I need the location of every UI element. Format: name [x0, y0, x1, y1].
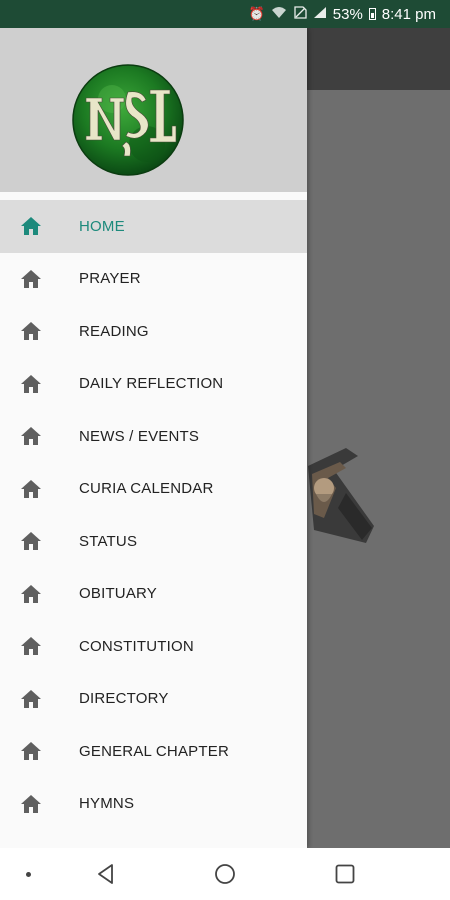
menu-item-news-events[interactable]: NEWS / EVENTS — [0, 410, 307, 463]
status-bar: ⏰ 53% 8:41 pm — [0, 0, 450, 28]
home-icon — [20, 794, 42, 814]
menu-item-label: CURIA CALENDAR — [79, 480, 214, 498]
menu-item-label: READING — [79, 322, 149, 340]
home-icon — [20, 216, 42, 236]
menu-item-label: GENERAL CHAPTER — [79, 742, 229, 760]
menu-item-directory[interactable]: DIRECTORY — [0, 673, 307, 726]
signal-icon — [313, 6, 327, 22]
battery-percent: 53% — [332, 5, 363, 23]
menu-item-label: HOME — [79, 217, 125, 235]
home-icon — [20, 584, 42, 604]
menu-item-label: HYMNS — [79, 795, 135, 813]
home-icon — [20, 374, 42, 394]
home-icon — [20, 636, 42, 656]
drawer-header — [0, 28, 307, 200]
back-icon[interactable] — [94, 862, 118, 886]
home-icon — [20, 269, 42, 289]
drawer-menu: HOME PRAYER READING DAILY REFLECTION NEW… — [0, 200, 307, 830]
system-nav-bar — [0, 848, 450, 900]
menu-item-constitution[interactable]: CONSTITUTION — [0, 620, 307, 673]
menu-item-daily-reflection[interactable]: DAILY REFLECTION — [0, 358, 307, 411]
menu-item-label: DAILY REFLECTION — [79, 375, 224, 393]
nsl-logo-image — [72, 64, 184, 176]
alarm-icon: ⏰ — [248, 6, 265, 21]
no-sim-icon — [293, 6, 307, 22]
menu-item-curia-calendar[interactable]: CURIA CALENDAR — [0, 463, 307, 516]
home-icon — [20, 531, 42, 551]
menu-item-home[interactable]: HOME — [0, 200, 307, 253]
menu-item-hymns[interactable]: HYMNS — [0, 778, 307, 831]
menu-item-status[interactable]: STATUS — [0, 515, 307, 568]
menu-item-label: OBITUARY — [79, 585, 158, 603]
menu-item-obituary[interactable]: OBITUARY — [0, 568, 307, 621]
menu-item-general-chapter[interactable]: GENERAL CHAPTER — [0, 725, 307, 778]
battery-icon — [368, 8, 376, 20]
menu-item-label: NEWS / EVENTS — [79, 427, 200, 445]
home-icon — [20, 321, 42, 341]
home-icon — [20, 741, 42, 761]
menu-item-label: CONSTITUTION — [79, 637, 194, 655]
recents-icon[interactable] — [333, 862, 357, 886]
menu-item-reading[interactable]: READING — [0, 305, 307, 358]
home-icon — [20, 689, 42, 709]
wifi-icon — [271, 6, 287, 22]
menu-item-label: STATUS — [79, 532, 138, 550]
menu-item-label: DIRECTORY — [79, 690, 169, 708]
home-icon — [20, 479, 42, 499]
menu-item-label: PRAYER — [79, 270, 141, 288]
navigation-drawer: HOME PRAYER READING DAILY REFLECTION NEW… — [0, 28, 307, 848]
home-circle-icon[interactable] — [213, 862, 237, 886]
clock: 8:41 pm — [381, 5, 436, 23]
nav-dot-indicator — [26, 872, 31, 877]
home-icon — [20, 426, 42, 446]
menu-item-prayer[interactable]: PRAYER — [0, 253, 307, 306]
saint-portrait-image — [308, 448, 374, 543]
